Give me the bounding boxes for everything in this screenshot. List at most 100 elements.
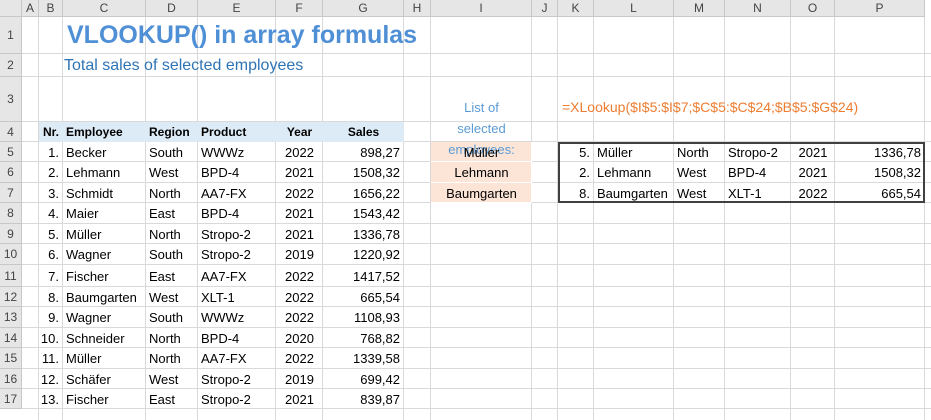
table-header-employee[interactable]: Employee <box>63 122 146 142</box>
table-cell[interactable]: South <box>146 307 198 328</box>
row-header-13[interactable]: 13 <box>0 307 22 328</box>
select-all-corner[interactable] <box>0 0 22 17</box>
table-cell[interactable]: 1339,58 <box>323 348 404 369</box>
table-cell[interactable]: 768,82 <box>323 328 404 348</box>
table-cell[interactable]: 1656,22 <box>323 183 404 203</box>
result-cell[interactable]: 2021 <box>791 142 835 162</box>
table-cell[interactable]: 2020 <box>276 328 323 348</box>
row-header-8[interactable]: 8 <box>0 203 22 224</box>
row-header-9[interactable]: 9 <box>0 224 22 244</box>
table-cell[interactable]: 1108,93 <box>323 307 404 328</box>
table-cell[interactable]: North <box>146 348 198 369</box>
table-cell[interactable]: Maier <box>63 203 146 224</box>
table-header-sales[interactable]: Sales <box>323 122 404 142</box>
column-header-a[interactable]: A <box>22 0 39 17</box>
table-cell[interactable]: Fischer <box>63 389 146 409</box>
table-cell[interactable]: 6. <box>39 244 63 265</box>
table-cell[interactable]: South <box>146 142 198 162</box>
table-cell[interactable]: 2019 <box>276 244 323 265</box>
table-cell[interactable]: 2022 <box>276 307 323 328</box>
table-cell[interactable]: AA7-FX <box>198 183 276 203</box>
result-cell[interactable]: 2. <box>558 162 594 183</box>
column-header-b[interactable]: B <box>39 0 63 17</box>
table-cell[interactable]: 2022 <box>276 142 323 162</box>
table-cell[interactable]: 699,42 <box>323 369 404 389</box>
column-header-f[interactable]: F <box>276 0 323 17</box>
table-cell[interactable]: South <box>146 244 198 265</box>
table-cell[interactable]: 1. <box>39 142 63 162</box>
table-cell[interactable]: BPD-4 <box>198 162 276 183</box>
table-cell[interactable]: AA7-FX <box>198 348 276 369</box>
table-cell[interactable]: Schneider <box>63 328 146 348</box>
table-cell[interactable]: North <box>146 183 198 203</box>
table-cell[interactable]: 3. <box>39 183 63 203</box>
result-cell[interactable]: Baumgarten <box>594 183 674 203</box>
table-cell[interactable]: Stropo-2 <box>198 389 276 409</box>
row-header-5[interactable]: 5 <box>0 142 22 162</box>
row-header-3[interactable]: 3 <box>0 77 22 122</box>
table-cell[interactable]: 1508,32 <box>323 162 404 183</box>
table-cell[interactable]: East <box>146 389 198 409</box>
table-cell[interactable]: Stropo-2 <box>198 244 276 265</box>
table-header-nr[interactable]: Nr. <box>39 122 63 142</box>
table-cell[interactable]: 2021 <box>276 203 323 224</box>
table-cell[interactable]: 665,54 <box>323 287 404 307</box>
result-cell[interactable]: West <box>674 183 725 203</box>
table-cell[interactable]: Becker <box>63 142 146 162</box>
table-cell[interactable]: Baumgarten <box>63 287 146 307</box>
column-header-h[interactable]: H <box>404 0 431 17</box>
table-cell[interactable]: Müller <box>63 348 146 369</box>
sheet-title[interactable]: VLOOKUP() in array formulas <box>63 17 417 54</box>
result-cell[interactable]: Müller <box>594 142 674 162</box>
selected-employee[interactable]: Baumgarten <box>431 183 532 203</box>
result-cell[interactable]: West <box>674 162 725 183</box>
table-cell[interactable]: Stropo-2 <box>198 369 276 389</box>
result-cell[interactable]: 665,54 <box>835 183 925 203</box>
table-cell[interactable]: Müller <box>63 224 146 244</box>
result-cell[interactable]: Stropo-2 <box>725 142 791 162</box>
row-header-2[interactable]: 2 <box>0 54 22 77</box>
table-cell[interactable]: West <box>146 162 198 183</box>
table-cell[interactable]: 4. <box>39 203 63 224</box>
table-cell[interactable]: 2022 <box>276 183 323 203</box>
table-cell[interactable]: 10. <box>39 328 63 348</box>
result-cell[interactable]: 2022 <box>791 183 835 203</box>
column-header-o[interactable]: O <box>791 0 835 17</box>
table-cell[interactable]: WWWz <box>198 307 276 328</box>
column-header-k[interactable]: K <box>558 0 594 17</box>
table-cell[interactable]: Wagner <box>63 307 146 328</box>
table-cell[interactable]: AA7-FX <box>198 265 276 287</box>
table-cell[interactable]: 1220,92 <box>323 244 404 265</box>
table-cell[interactable]: 2022 <box>276 287 323 307</box>
table-cell[interactable]: North <box>146 328 198 348</box>
table-cell[interactable]: 5. <box>39 224 63 244</box>
table-cell[interactable]: Wagner <box>63 244 146 265</box>
table-cell[interactable]: 2021 <box>276 224 323 244</box>
result-cell[interactable]: 1508,32 <box>835 162 925 183</box>
column-header-c[interactable]: C <box>63 0 146 17</box>
column-header-d[interactable]: D <box>146 0 198 17</box>
table-cell[interactable]: 1543,42 <box>323 203 404 224</box>
row-header-10[interactable]: 10 <box>0 244 22 265</box>
table-cell[interactable]: Fischer <box>63 265 146 287</box>
result-cell[interactable]: BPD-4 <box>725 162 791 183</box>
sheet-subtitle[interactable]: Total sales of selected employees <box>63 54 303 77</box>
row-header-1[interactable]: 1 <box>0 17 22 54</box>
table-cell[interactable]: 1336,78 <box>323 224 404 244</box>
table-cell[interactable]: 2021 <box>276 389 323 409</box>
table-cell[interactable]: XLT-1 <box>198 287 276 307</box>
row-header-11[interactable]: 11 <box>0 265 22 287</box>
result-cell[interactable]: XLT-1 <box>725 183 791 203</box>
result-cell[interactable]: North <box>674 142 725 162</box>
selected-employee[interactable]: Lehmann <box>431 162 532 183</box>
table-cell[interactable]: 8. <box>39 287 63 307</box>
table-header-year[interactable]: Year <box>276 122 323 142</box>
table-cell[interactable]: 2022 <box>276 265 323 287</box>
table-cell[interactable]: East <box>146 203 198 224</box>
result-cell[interactable]: 5. <box>558 142 594 162</box>
table-cell[interactable]: North <box>146 224 198 244</box>
table-cell[interactable]: 1417,52 <box>323 265 404 287</box>
table-cell[interactable]: 2021 <box>276 162 323 183</box>
result-cell[interactable]: 1336,78 <box>835 142 925 162</box>
column-header-n[interactable]: N <box>725 0 791 17</box>
